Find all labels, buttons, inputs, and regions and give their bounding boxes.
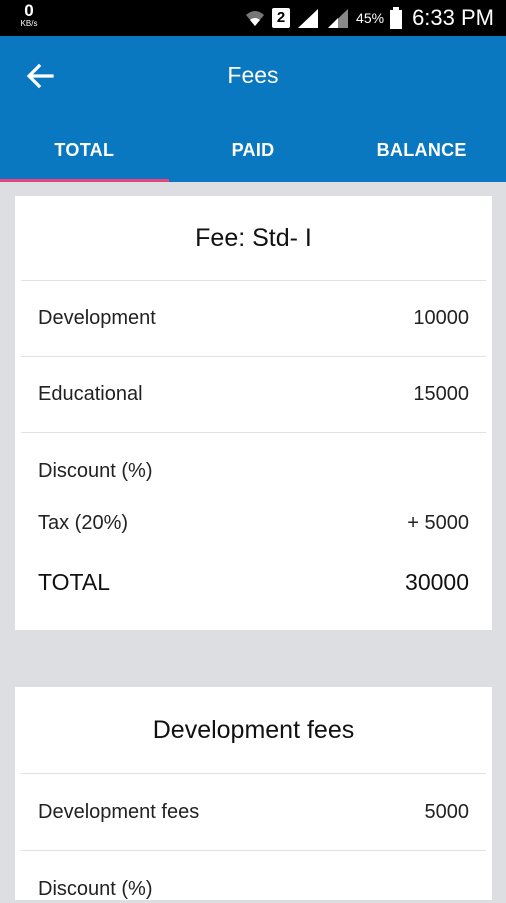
fee-row-value: 15000 [413,383,469,405]
total-value: 30000 [405,568,469,595]
fee-card-std-1: Fee: Std- I Development 10000 Educationa… [15,196,492,630]
card-title: Development fees [21,687,486,774]
network-speed-unit: KB/s [20,19,38,28]
signal-icon [298,9,319,28]
fee-row-label: Development [38,307,156,329]
tab-balance[interactable]: BALANCE [337,136,506,182]
battery-percent: 45% [356,10,385,26]
fee-row-value: 5000 [424,800,470,823]
fee-row-development: Development 10000 [21,281,486,357]
network-speed-value: 0 [24,1,34,20]
tab-total[interactable]: TOTAL [0,136,169,182]
app-bar: Fees TOTAL PAID BALANCE [0,36,506,182]
tax-value: + 5000 [407,511,469,534]
network-speed: 0 KB/s [14,2,44,28]
discount-label: Discount (%) [38,877,153,900]
battery-icon [390,7,403,29]
tax-label: Tax (20%) [38,511,129,534]
signal-icon-2 [328,9,349,28]
total-label: TOTAL [38,568,110,595]
discount-row: Discount (%) [15,875,492,903]
wifi-icon [246,11,265,26]
fee-row-educational: Educational 15000 [21,357,486,433]
fee-row-development-fees: Development fees 5000 [21,774,486,851]
discount-label: Discount (%) [38,459,153,482]
total-row: TOTAL 30000 [15,567,492,597]
sim-icon: 2 [272,8,291,28]
page-title: Fees [227,62,279,88]
tab-paid[interactable]: PAID [169,136,338,182]
fee-row-label: Educational [38,383,143,405]
card-title: Fee: Std- I [21,196,486,281]
discount-row: Discount (%) [15,457,492,485]
clock: 6:33 PM [412,5,494,30]
status-bar: 0 KB/s 2 45% 6:33 PM [0,0,506,36]
fee-card-development: Development fees Development fees 5000 D… [15,687,492,900]
tax-row: Tax (20%) + 5000 [15,509,492,537]
tab-bar: TOTAL PAID BALANCE [0,136,506,182]
fee-row-value: 10000 [413,307,469,329]
fee-row-label: Development fees [38,800,200,823]
